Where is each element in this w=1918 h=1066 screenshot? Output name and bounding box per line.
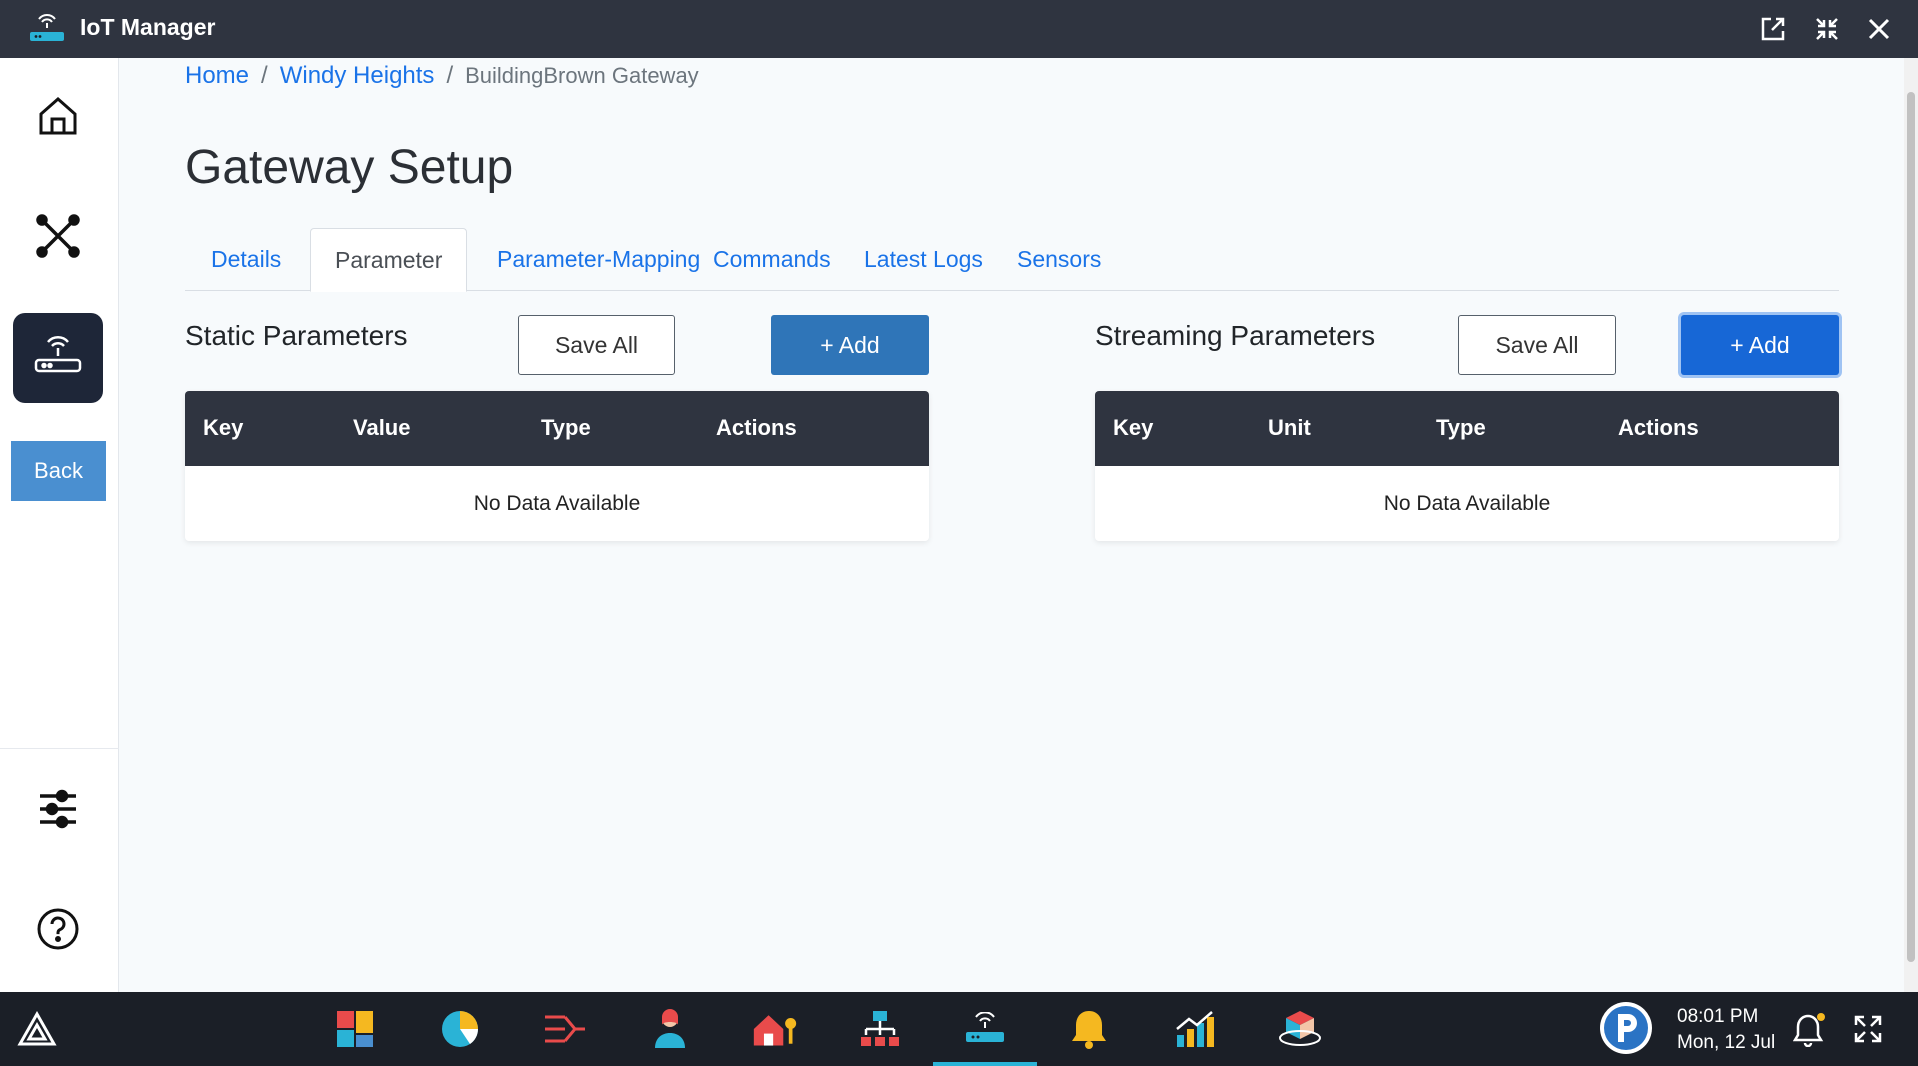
bar-growth-icon[interactable] bbox=[1172, 1006, 1218, 1052]
breadcrumb-site-link[interactable]: Windy Heights bbox=[280, 62, 435, 90]
static-parameters-table: Key Value Type Actions No Data Available bbox=[185, 391, 929, 541]
breadcrumb: Home / Windy Heights / BuildingBrown Gat… bbox=[185, 62, 699, 90]
flow-icon[interactable] bbox=[542, 1006, 588, 1052]
streaming-add-button[interactable]: + Add bbox=[1681, 315, 1839, 375]
active-app-indicator bbox=[933, 1062, 1037, 1066]
title-bar: IoT Manager bbox=[0, 0, 1918, 58]
sidebar-item-settings[interactable] bbox=[13, 766, 103, 856]
static-add-button[interactable]: + Add bbox=[771, 315, 929, 375]
sidebar-item-network[interactable] bbox=[13, 193, 103, 283]
table-header: Key Unit Type Actions bbox=[1095, 391, 1839, 466]
streaming-parameters-table: Key Unit Type Actions No Data Available bbox=[1095, 391, 1839, 541]
user-avatar[interactable] bbox=[1598, 1000, 1654, 1056]
breadcrumb-separator: / bbox=[446, 62, 454, 89]
collapse-icon[interactable] bbox=[1812, 14, 1842, 44]
pie-chart-icon[interactable] bbox=[437, 1006, 483, 1052]
app-title: IoT Manager bbox=[80, 14, 216, 40]
tab-parameter-mapping[interactable]: Parameter-Mapping bbox=[473, 228, 724, 291]
column-header-key: Key bbox=[1113, 415, 1154, 440]
streaming-parameters-title: Streaming Parameters bbox=[1095, 320, 1376, 351]
home-key-icon[interactable] bbox=[752, 1006, 798, 1052]
page-title: Gateway Setup bbox=[185, 141, 514, 194]
column-header-type: Type bbox=[1436, 415, 1486, 440]
person-icon[interactable] bbox=[647, 1006, 693, 1052]
launcher-triangle-icon[interactable] bbox=[14, 1006, 60, 1052]
sliders-icon bbox=[36, 787, 80, 836]
breadcrumb-current: BuildingBrown Gateway bbox=[465, 63, 699, 88]
tab-details[interactable]: Details bbox=[187, 228, 305, 291]
taskbar: 08:01 PM Mon, 12 Jul bbox=[0, 992, 1918, 1066]
network-icon bbox=[34, 212, 82, 265]
bell-app-icon[interactable] bbox=[1066, 1006, 1112, 1052]
back-button[interactable]: Back bbox=[11, 441, 106, 501]
static-parameters-title: Static Parameters bbox=[185, 320, 408, 351]
column-header-actions: Actions bbox=[1618, 415, 1699, 440]
empty-state-text: No Data Available bbox=[1383, 491, 1551, 515]
column-header-key: Key bbox=[203, 415, 244, 440]
table-header: Key Value Type Actions bbox=[185, 391, 929, 466]
sidebar-item-home[interactable] bbox=[13, 73, 103, 163]
help-icon bbox=[36, 907, 80, 956]
cube-icon[interactable] bbox=[1277, 1006, 1323, 1052]
tab-parameter[interactable]: Parameter bbox=[310, 228, 468, 292]
tab-bar: Details Parameter Parameter-Mapping Comm… bbox=[185, 228, 1839, 292]
column-header-value: Value bbox=[353, 415, 411, 440]
sidebar: Back bbox=[0, 58, 119, 992]
gateway-router-icon[interactable] bbox=[962, 1006, 1008, 1052]
router-icon bbox=[28, 14, 66, 44]
tab-latest-logs[interactable]: Latest Logs bbox=[840, 228, 1007, 291]
fullscreen-icon[interactable] bbox=[1845, 1006, 1891, 1052]
vertical-scrollbar[interactable] bbox=[1904, 58, 1918, 992]
breadcrumb-separator: / bbox=[261, 62, 268, 89]
popout-icon[interactable] bbox=[1758, 14, 1788, 44]
notification-bell-icon[interactable] bbox=[1787, 1006, 1833, 1052]
breadcrumb-home-link[interactable]: Home bbox=[185, 62, 249, 90]
tab-commands[interactable]: Commands bbox=[689, 228, 855, 291]
column-header-unit: Unit bbox=[1268, 415, 1311, 440]
tab-sensors[interactable]: Sensors bbox=[993, 228, 1125, 291]
hierarchy-icon[interactable] bbox=[857, 1006, 903, 1052]
sidebar-item-gateway[interactable] bbox=[13, 313, 103, 403]
home-icon bbox=[36, 94, 80, 143]
column-header-actions: Actions bbox=[716, 415, 797, 440]
static-save-all-button[interactable]: Save All bbox=[518, 315, 675, 375]
empty-state-text: No Data Available bbox=[473, 491, 641, 515]
dashboard-tiles-icon[interactable] bbox=[332, 1006, 378, 1052]
clock-time: 08:01 PM bbox=[1677, 1006, 1759, 1027]
column-header-type: Type bbox=[541, 415, 591, 440]
scrollbar-thumb[interactable] bbox=[1907, 92, 1915, 962]
streaming-save-all-button[interactable]: Save All bbox=[1458, 315, 1616, 375]
gateway-router-icon bbox=[33, 335, 83, 381]
system-clock: 08:01 PM Mon, 12 Jul bbox=[1677, 1004, 1775, 1056]
close-icon[interactable] bbox=[1864, 14, 1894, 44]
clock-date: Mon, 12 Jul bbox=[1677, 1032, 1776, 1053]
sidebar-divider bbox=[0, 748, 119, 749]
sidebar-item-help[interactable] bbox=[13, 886, 103, 976]
